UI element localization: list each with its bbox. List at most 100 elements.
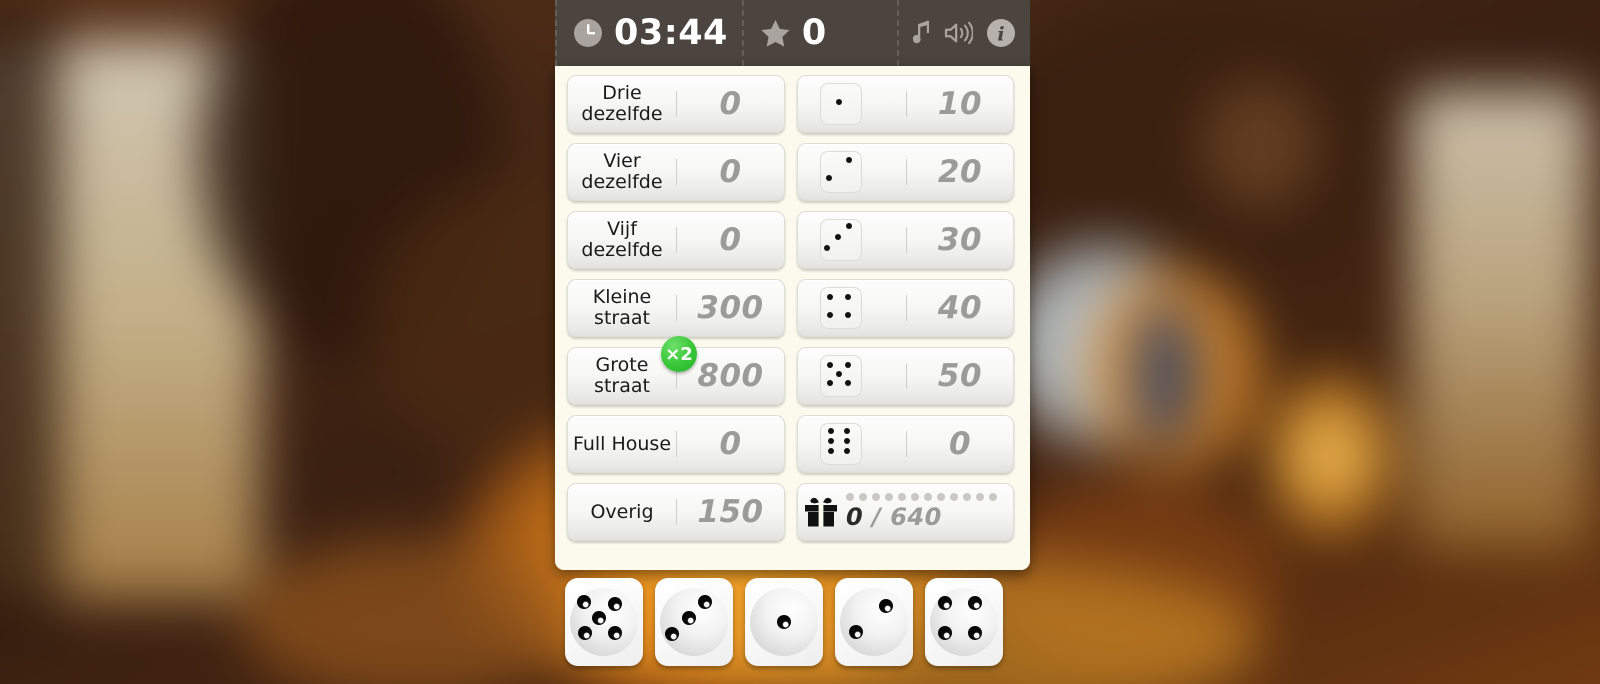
die-face-5-icon	[820, 355, 862, 397]
die-pip	[665, 627, 679, 641]
combination-label-box: Grote straat	[568, 355, 676, 396]
game-container: 03:44 0 i Drie dezelfde 0 Vier dezelfde …	[555, 0, 1030, 684]
dice-score-row-6[interactable]: 0	[797, 415, 1014, 473]
die-face-4-icon	[820, 287, 862, 329]
die-icon-box	[798, 151, 906, 193]
multiplier-badge: ×2	[661, 336, 697, 372]
dice-score-row-3[interactable]: 30	[797, 211, 1014, 269]
combination-label: Vijf dezelfde	[581, 218, 663, 261]
tray-die-1[interactable]	[565, 578, 643, 666]
dice-score-row-1[interactable]: 10	[797, 75, 1014, 133]
die-icon-box	[798, 355, 906, 397]
dice-score-row-5[interactable]: 50	[797, 347, 1014, 405]
dice-score-value-box: 10	[907, 86, 1013, 122]
bonus-dot	[924, 493, 932, 501]
timer-display: 03:44	[557, 0, 742, 66]
die-pip	[938, 596, 952, 610]
bonus-progress-row[interactable]: 0 / 640	[797, 483, 1014, 541]
die-pip	[938, 626, 952, 640]
header-divider-right	[897, 0, 899, 66]
die-face	[660, 588, 728, 656]
combination-value: 0	[719, 222, 742, 258]
combination-label-box: Overig	[568, 502, 676, 523]
combination-row-overig[interactable]: Overig 150	[567, 483, 785, 541]
dice-score-value: 0	[948, 426, 972, 462]
combination-label-box: Drie dezelfde	[568, 83, 676, 124]
gift-icon-box	[798, 497, 844, 527]
combination-label-box: Full House	[568, 434, 676, 455]
bonus-dot	[911, 493, 919, 501]
score-display: 0	[744, 0, 897, 66]
combination-value-box: 300	[677, 290, 784, 326]
tray-die-3[interactable]	[745, 578, 823, 666]
header-divider-mid	[741, 0, 744, 66]
combination-value-box: 150	[677, 494, 784, 530]
combination-value: 300	[697, 290, 764, 326]
combination-row-vier-dezelfde[interactable]: Vier dezelfde 0	[567, 143, 785, 201]
bonus-dot	[963, 493, 971, 501]
die-face-2-icon	[820, 151, 862, 193]
bonus-dot	[872, 493, 880, 501]
dice-score-value-box: 20	[907, 154, 1013, 190]
die-pip	[577, 595, 591, 609]
combination-row-kleine-straat[interactable]: Kleine straat 300	[567, 279, 785, 337]
combination-label-box: Kleine straat	[568, 287, 676, 328]
bonus-target: 640	[890, 503, 942, 531]
combination-row-vijf-dezelfde[interactable]: Vijf dezelfde 0	[567, 211, 785, 269]
combination-value-box: 0	[677, 86, 784, 122]
combination-value: 150	[697, 494, 764, 530]
score-value: 0	[801, 12, 827, 53]
header-divider-left	[555, 0, 557, 66]
combination-row-grote-straat[interactable]: Grote straat 800 ×2	[567, 336, 785, 405]
die-face	[840, 588, 908, 656]
die-face-3-icon	[820, 219, 862, 261]
die-pip	[968, 626, 982, 640]
dice-score-value-box: 30	[907, 222, 1013, 258]
dice-score-value-box: 50	[907, 358, 1013, 394]
die-pip	[608, 626, 622, 640]
clock-icon	[573, 18, 603, 48]
combination-label: Kleine straat	[592, 286, 652, 329]
tray-die-4[interactable]	[835, 578, 913, 666]
bonus-dot	[885, 493, 893, 501]
combination-value: 0	[719, 426, 742, 462]
tray-die-5[interactable]	[925, 578, 1003, 666]
bonus-dot	[976, 493, 984, 501]
combination-row-drie-dezelfde[interactable]: Drie dezelfde 0	[567, 75, 785, 133]
bonus-dot	[989, 493, 997, 501]
die-icon-box	[798, 287, 906, 329]
dice-score-value-box: 0	[907, 426, 1013, 462]
dice-score-row-2[interactable]: 20	[797, 143, 1014, 201]
die-pip	[608, 597, 622, 611]
die-pip	[968, 596, 982, 610]
info-icon[interactable]: i	[986, 18, 1016, 48]
combination-column: Drie dezelfde 0 Vier dezelfde 0 Vijf dez	[567, 75, 785, 560]
combination-value: 0	[719, 86, 742, 122]
dice-score-value: 10	[937, 86, 983, 122]
bonus-dot	[950, 493, 958, 501]
combination-label: Grote straat	[594, 354, 650, 397]
speaker-icon[interactable]	[943, 21, 973, 45]
bonus-current: 0	[846, 503, 864, 531]
header-tools: i	[899, 0, 1030, 66]
combination-value-box: 0	[677, 426, 784, 462]
dice-score-value: 50	[937, 358, 983, 394]
scorecard-panel: Drie dezelfde 0 Vier dezelfde 0 Vijf dez	[555, 66, 1030, 570]
combination-label: Vier dezelfde	[581, 150, 663, 193]
combination-value-box: 0	[677, 154, 784, 190]
combination-label: Drie dezelfde	[581, 82, 663, 125]
tray-die-2[interactable]	[655, 578, 733, 666]
die-pip	[777, 615, 791, 629]
bonus-dot	[846, 493, 854, 501]
die-pip	[682, 611, 696, 625]
music-note-icon[interactable]	[913, 20, 930, 46]
combination-row-full-house[interactable]: Full House 0	[567, 415, 785, 473]
bonus-separator: /	[863, 503, 891, 531]
dice-score-row-4[interactable]: 40	[797, 279, 1014, 337]
combination-label: Overig	[590, 500, 654, 523]
bonus-dot	[859, 493, 867, 501]
svg-text:i: i	[997, 24, 1004, 46]
dice-score-value-box: 40	[907, 290, 1013, 326]
game-header: 03:44 0 i	[555, 0, 1030, 66]
die-icon-box	[798, 423, 906, 465]
